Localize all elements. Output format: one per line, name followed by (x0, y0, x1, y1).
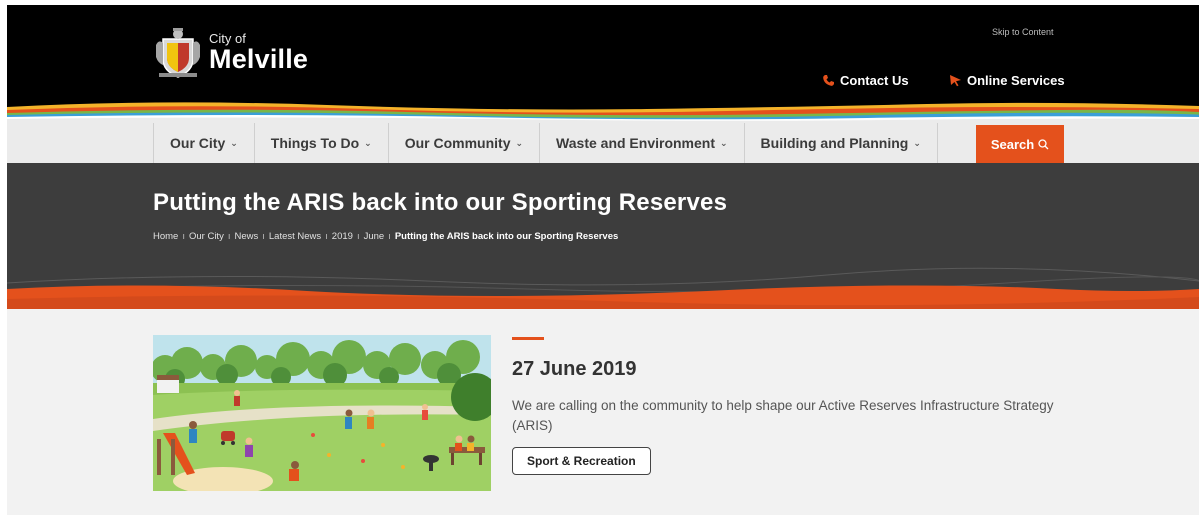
breadcrumb-news[interactable]: News (234, 231, 258, 242)
breadcrumb-june[interactable]: June (364, 231, 385, 242)
breadcrumb-our-city[interactable]: Our City (189, 231, 224, 242)
article-image (153, 335, 491, 491)
nav-item-label: Building and Planning (760, 135, 909, 151)
nav-item-label: Waste and Environment (556, 135, 715, 151)
chevron-down-icon: ⌄ (364, 137, 372, 148)
search-icon (1038, 138, 1049, 149)
article-date: 27 June 2019 (512, 358, 637, 380)
chevron-down-icon: ⌄ (230, 137, 238, 148)
breadcrumb-separator: ı (227, 231, 231, 242)
nav-item-label: Our City (170, 135, 226, 151)
phone-icon (823, 75, 834, 86)
breadcrumb-separator: ı (325, 231, 328, 242)
breadcrumb-separator: ı (388, 231, 391, 242)
search-button[interactable]: Search (976, 125, 1064, 163)
search-label: Search (990, 136, 1035, 152)
logo-city-of: City of (209, 30, 246, 46)
page: City of Melville Skip to Content Contact… (7, 5, 1199, 515)
park-illustration (153, 335, 491, 491)
nav-item-waste-and-environment[interactable]: Waste and Environment ⌄ (539, 123, 744, 163)
nav-item-label: Things To Do (270, 135, 360, 151)
nav-item-our-community[interactable]: Our Community ⌄ (387, 123, 539, 163)
breadcrumb-separator: ı (262, 231, 265, 242)
contact-us-label: Contact Us (840, 73, 909, 88)
skip-to-content-link[interactable]: Skip to Content (992, 27, 1054, 37)
breadcrumb-current: Putting the ARIS back into our Sporting … (394, 231, 619, 242)
breadcrumb-separator: ı (356, 231, 360, 242)
breadcrumb-latest-news[interactable]: Latest News (269, 231, 321, 242)
page-title: Putting the ARIS back into our Sporting … (153, 189, 728, 216)
logo-text: City of Melville (209, 32, 308, 73)
logo-melville: Melville (209, 43, 309, 74)
category-tag-button[interactable]: Sport & Recreation (512, 447, 651, 475)
nav-item-things-to-do[interactable]: Things To Do ⌄ (253, 123, 388, 163)
crest-icon (156, 28, 200, 78)
breadcrumb-separator: ı (182, 231, 185, 242)
page-banner: Putting the ARIS back into our Sporting … (7, 163, 1199, 309)
accent-divider (512, 337, 544, 340)
chevron-down-icon: ⌄ (720, 137, 728, 148)
article-summary: We are calling on the community to help … (512, 398, 1054, 433)
breadcrumb: Home ı Our City ı News ı Latest News ı 2019 ı… (153, 231, 618, 242)
nav-item-label: Our Community (404, 135, 511, 151)
breadcrumb-2019[interactable]: 2019 (332, 231, 353, 242)
site-logo[interactable]: City of Melville (153, 25, 308, 79)
online-services-label: Online Services (967, 73, 1065, 88)
site-header: City of Melville Skip to Content Contact… (7, 5, 1199, 129)
pointer-icon (950, 75, 961, 87)
nav-item-our-city[interactable]: Our City ⌄ (153, 123, 254, 163)
breadcrumb-home[interactable]: Home (153, 231, 178, 242)
chevron-down-icon: ⌄ (913, 137, 921, 148)
online-services-link[interactable]: Online Services (949, 73, 1065, 88)
chevron-down-icon: ⌄ (515, 137, 524, 148)
contact-us-link[interactable]: Contact Us (822, 73, 909, 88)
nav-item-building-and-planning[interactable]: Building and Planning ⌄ (743, 123, 938, 163)
nav-items: Our City ⌄ Things To Do ⌄ Our Community ⌄ W… (153, 123, 938, 163)
main-nav: Our City ⌄ Things To Do ⌄ Our Community ⌄ W… (7, 123, 1199, 163)
